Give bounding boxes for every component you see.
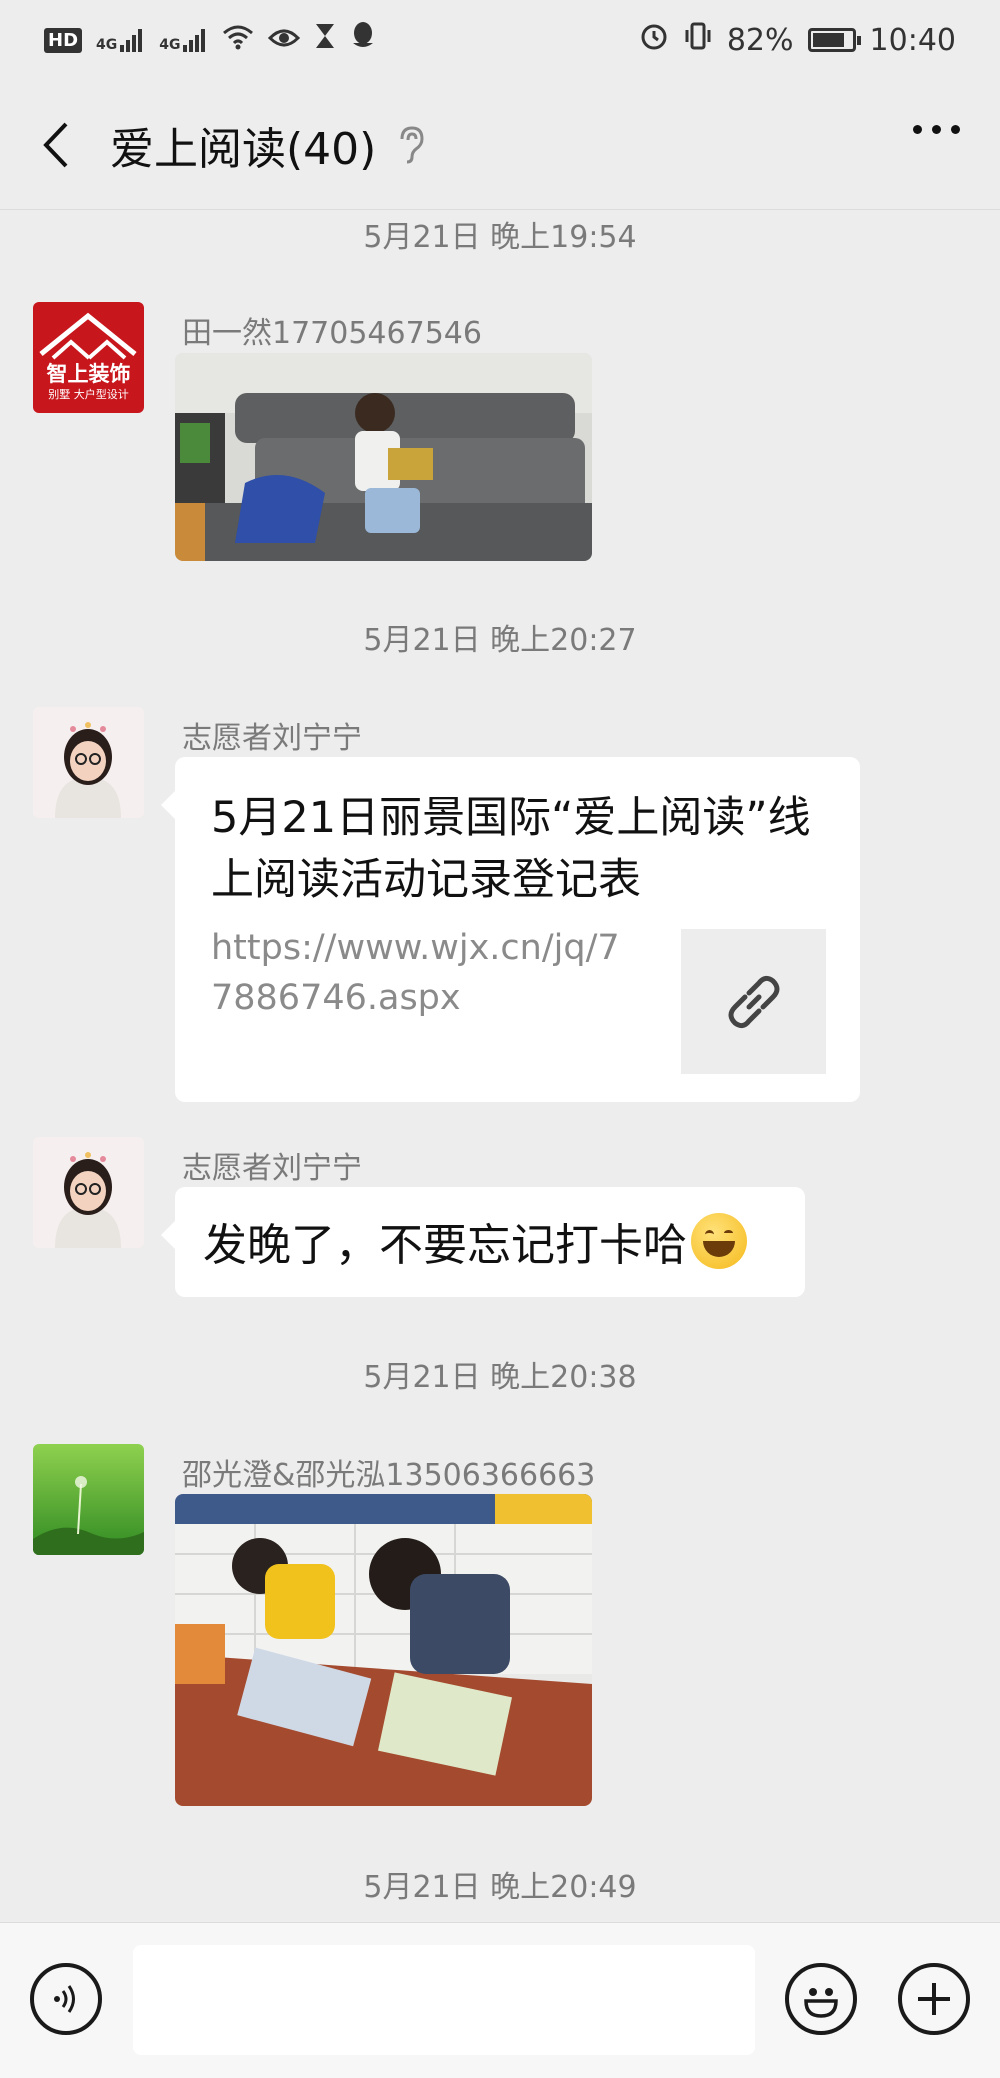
timestamp: 5月21日 晚上19:54 — [363, 220, 637, 255]
qq-icon — [350, 21, 376, 59]
avatar[interactable]: 智上装饰 别墅 大户型设计 — [33, 302, 144, 413]
message-text: 发晚了，不要忘记打卡哈 — [203, 1209, 747, 1273]
battery-percent: 82% — [726, 22, 794, 58]
sender-name: 田一然17705467546 — [182, 316, 482, 351]
chevron-left-icon — [43, 122, 68, 167]
photo-message[interactable] — [175, 1494, 592, 1806]
sender-name: 邵光澄&邵光泓13506366663 — [182, 1458, 596, 1493]
woman-portrait-icon — [33, 707, 144, 818]
link-card[interactable]: 5月21日丽景国际“爱上阅读”线上阅读活动记录登记表 https://www.w… — [161, 757, 860, 1102]
input-bar — [0, 1922, 1000, 2078]
plus-button[interactable] — [898, 1963, 970, 2035]
link-thumbnail — [681, 929, 826, 1074]
avatar-brand-text: 智上装饰 — [46, 362, 131, 386]
avatar-brand-subtext: 别墅 大户型设计 — [48, 388, 129, 401]
wifi-icon — [222, 23, 254, 58]
photo-message[interactable] — [175, 353, 592, 561]
sender-name: 志愿者刘宁宁 — [182, 1151, 362, 1186]
sender-name: 志愿者刘宁宁 — [182, 721, 362, 756]
eye-icon — [268, 23, 301, 58]
timestamp: 5月21日 晚上20:38 — [363, 1360, 637, 1395]
chat-header: 爱上阅读(40) — [0, 80, 1000, 210]
status-right-icons: 82% 10:40 — [639, 21, 956, 59]
ear-icon — [400, 125, 424, 163]
hourglass-icon — [314, 22, 336, 58]
clock: 10:40 — [869, 22, 956, 58]
signal-4g-icon: 4G — [96, 27, 145, 53]
timestamp: 5月21日 晚上20:27 — [363, 623, 637, 658]
message-text-content: 发晚了，不要忘记打卡哈 — [203, 1220, 687, 1271]
status-left-icons: HD 4G 4G — [44, 21, 376, 59]
photo-boys-reading-books — [175, 1494, 592, 1806]
hd-icon: HD — [44, 27, 83, 53]
avatar[interactable] — [33, 707, 144, 818]
photo-boy-reading-on-sofa — [175, 353, 592, 561]
alarm-icon — [639, 21, 669, 59]
text-bubble[interactable]: 发晚了，不要忘记打卡哈 — [161, 1187, 805, 1297]
emoji-button[interactable] — [785, 1963, 857, 2035]
smile-icon — [804, 1988, 838, 2018]
avatar[interactable] — [33, 1137, 144, 1248]
link-title: 5月21日丽景国际“爱上阅读”线上阅读活动记录登记表 — [211, 793, 811, 905]
woman-portrait-icon — [33, 1137, 144, 1248]
vibrate-icon — [683, 21, 713, 59]
voice-icon — [54, 1985, 75, 2013]
battery-level — [812, 33, 844, 47]
signal-4g-icon: 4G — [159, 27, 208, 53]
avatar[interactable] — [33, 1444, 144, 1555]
nature-grass-icon — [33, 1444, 144, 1555]
chat-title: 爱上阅读(40) — [110, 123, 377, 175]
link-url: https://www.wjx.cn/jq/77886746.aspx — [211, 928, 620, 1018]
battery-icon — [807, 28, 861, 52]
more-dots-icon[interactable] — [913, 125, 960, 134]
link-icon — [728, 975, 779, 1028]
voice-button[interactable] — [30, 1963, 102, 2035]
plus-icon — [918, 1983, 950, 2015]
message-input[interactable] — [133, 1945, 755, 2055]
grin-emoji-icon — [691, 1213, 747, 1269]
timestamp: 5月21日 晚上20:49 — [363, 1870, 637, 1905]
back-button[interactable] — [0, 80, 110, 210]
status-bar: HD 4G 4G 82% 10:40 — [0, 0, 1000, 80]
